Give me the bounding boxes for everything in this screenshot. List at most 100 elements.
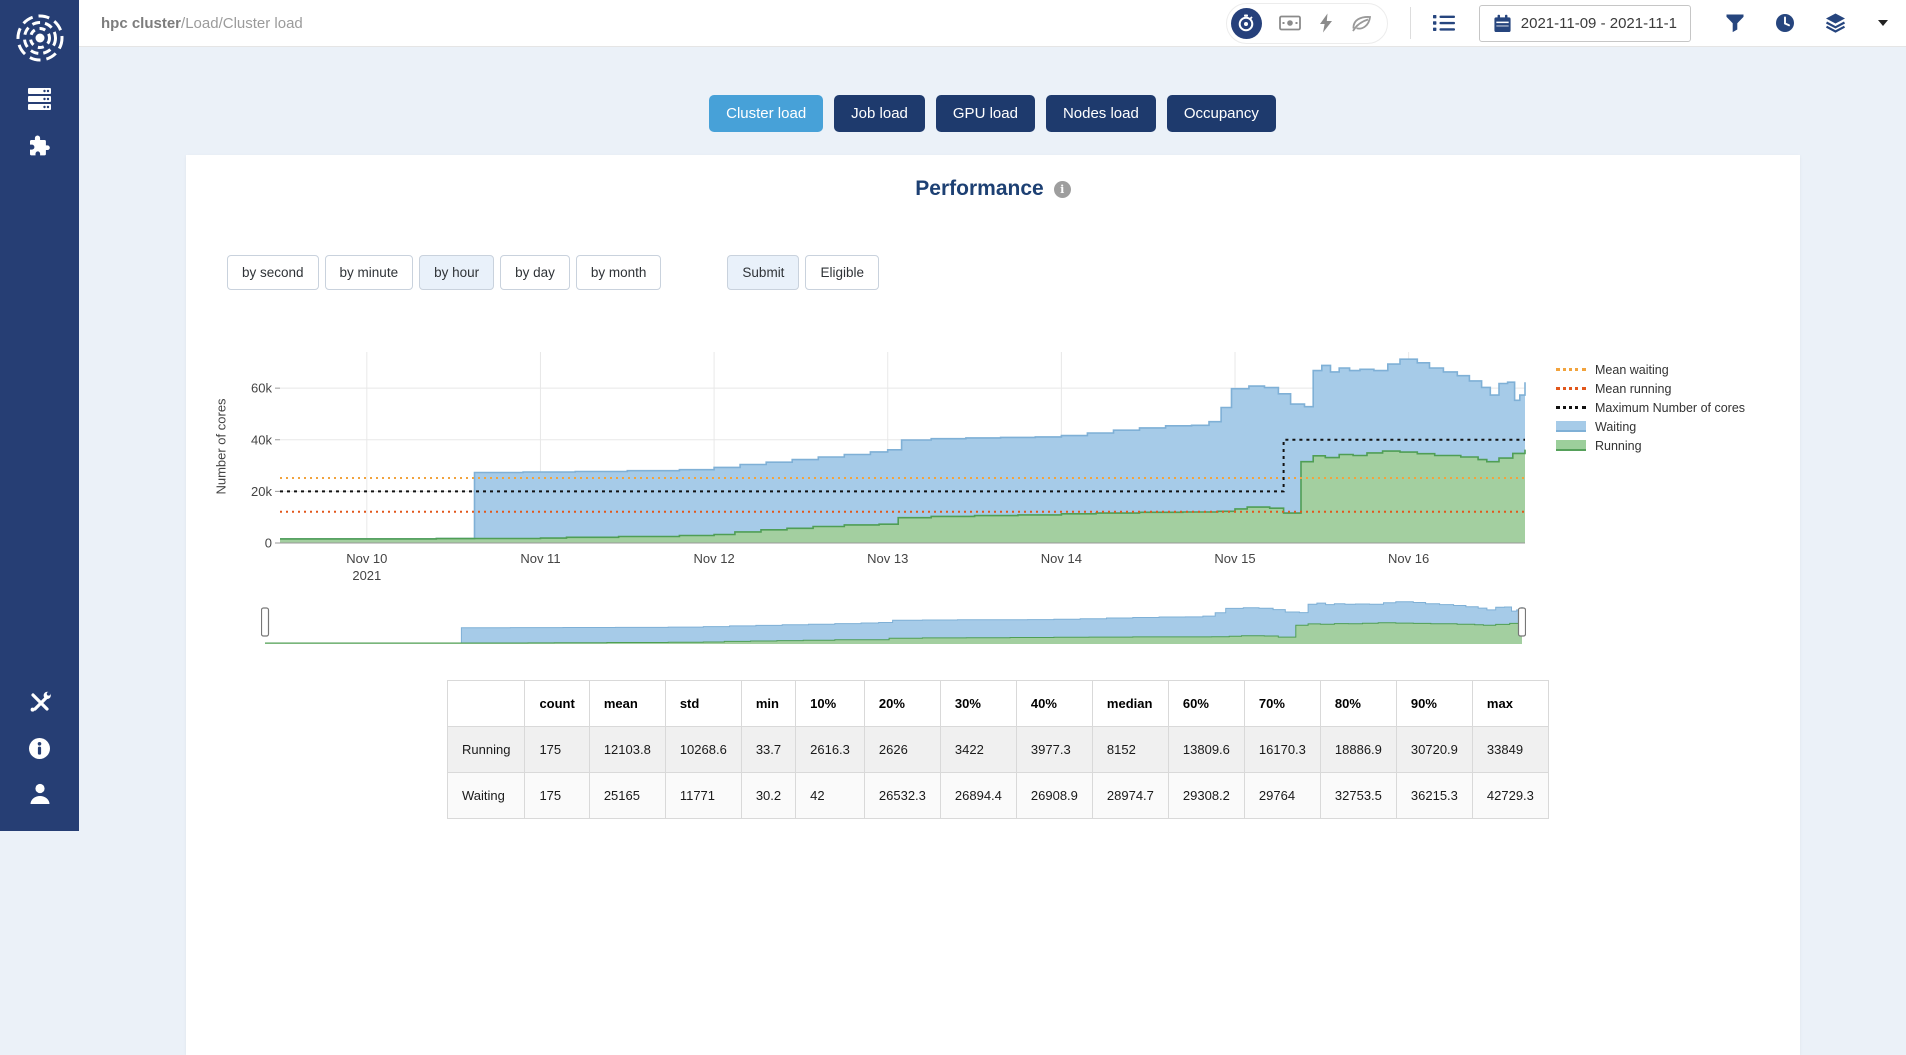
table-cell: 3977.3 bbox=[1016, 727, 1092, 773]
table-cell: 175 bbox=[525, 773, 589, 819]
legend-label: Maximum Number of cores bbox=[1595, 401, 1745, 415]
sidebar-item-servers[interactable] bbox=[0, 76, 79, 122]
table-cell: 29764 bbox=[1244, 773, 1320, 819]
table-cell: 8152 bbox=[1092, 727, 1168, 773]
main-chart-svg[interactable]: 020k40k60kNov 102021Nov 11Nov 12Nov 13No… bbox=[222, 344, 1531, 587]
col-header-20-: 20% bbox=[864, 681, 940, 727]
title-info-icon[interactable]: i bbox=[1054, 181, 1071, 198]
col-header-40-: 40% bbox=[1016, 681, 1092, 727]
svg-text:0: 0 bbox=[265, 536, 272, 551]
col-header-blank bbox=[448, 681, 525, 727]
button-eligible[interactable]: Eligible bbox=[805, 255, 879, 290]
legend-item-waiting[interactable]: Waiting bbox=[1556, 417, 1796, 436]
button-by-minute[interactable]: by minute bbox=[325, 255, 414, 290]
table-cell: 3422 bbox=[940, 727, 1016, 773]
layers-button[interactable] bbox=[1825, 13, 1846, 33]
table-cell: 10268.6 bbox=[665, 727, 741, 773]
breadcrumb: hpc cluster/Load/Cluster load bbox=[101, 15, 303, 32]
col-header-90-: 90% bbox=[1396, 681, 1472, 727]
caret-down-icon[interactable] bbox=[1878, 20, 1888, 26]
sidebar-item-plugins[interactable] bbox=[0, 122, 79, 168]
legend-label: Waiting bbox=[1595, 420, 1636, 434]
header: hpc cluster/Load/Cluster load bbox=[79, 0, 1906, 47]
table-cell: 30720.9 bbox=[1396, 727, 1472, 773]
table-cell: 32753.5 bbox=[1320, 773, 1396, 819]
table-cell: 36215.3 bbox=[1396, 773, 1472, 819]
col-header-10-: 10% bbox=[796, 681, 865, 727]
energy-view-button[interactable] bbox=[1318, 13, 1334, 33]
sidebar-item-user[interactable] bbox=[0, 771, 79, 817]
sidebar-item-info[interactable] bbox=[0, 725, 79, 771]
list-icon bbox=[1433, 14, 1455, 32]
legend-swatch bbox=[1556, 440, 1586, 451]
table-cell: 33.7 bbox=[741, 727, 795, 773]
tab-gpu-load[interactable]: GPU load bbox=[936, 95, 1035, 132]
stopwatch-view-button[interactable] bbox=[1231, 8, 1262, 39]
legend-item-running[interactable]: Running bbox=[1556, 436, 1796, 455]
sidebar-item-tools[interactable] bbox=[0, 679, 79, 725]
legend-swatch bbox=[1556, 421, 1586, 432]
table-cell: 13809.6 bbox=[1168, 727, 1244, 773]
filter-button[interactable] bbox=[1725, 13, 1745, 33]
col-header-max: max bbox=[1472, 681, 1548, 727]
list-view-button[interactable] bbox=[1433, 14, 1455, 32]
tab-cluster-load[interactable]: Cluster load bbox=[709, 95, 823, 132]
col-header-std: std bbox=[665, 681, 741, 727]
date-range-value: 2021-11-09 - 2021-11-1 bbox=[1521, 15, 1677, 32]
date-range-picker[interactable]: 2021-11-09 - 2021-11-1 bbox=[1479, 5, 1691, 42]
table-cell: 2616.3 bbox=[796, 727, 865, 773]
page-title: Performance bbox=[915, 177, 1043, 201]
svg-text:Nov 16: Nov 16 bbox=[1388, 551, 1429, 566]
app-logo[interactable] bbox=[0, 0, 79, 76]
button-by-hour[interactable]: by hour bbox=[419, 255, 494, 290]
table-cell: 28974.7 bbox=[1092, 773, 1168, 819]
range-navigator[interactable] bbox=[261, 598, 1526, 646]
table-cell: 26908.9 bbox=[1016, 773, 1092, 819]
svg-text:40k: 40k bbox=[251, 432, 272, 447]
col-header-30-: 30% bbox=[940, 681, 1016, 727]
navigator-handle[interactable] bbox=[1519, 608, 1526, 636]
tab-occupancy[interactable]: Occupancy bbox=[1167, 95, 1276, 132]
tab-job-load[interactable]: Job load bbox=[834, 95, 925, 132]
tab-nodes-load[interactable]: Nodes load bbox=[1046, 95, 1156, 132]
row-label: Running bbox=[448, 727, 525, 773]
col-header-mean: mean bbox=[589, 681, 665, 727]
legend-label: Running bbox=[1595, 439, 1642, 453]
legend-label: Mean waiting bbox=[1595, 363, 1669, 377]
filter-icon bbox=[1725, 13, 1745, 33]
time-granularity-group: by secondby minuteby hourby dayby month bbox=[227, 255, 661, 290]
banknote-icon bbox=[1279, 15, 1301, 31]
time-button[interactable] bbox=[1775, 13, 1795, 33]
legend-label: Mean running bbox=[1595, 382, 1671, 396]
table-cell: 16170.3 bbox=[1244, 727, 1320, 773]
svg-text:Nov 14: Nov 14 bbox=[1041, 551, 1082, 566]
table-row-running: Running17512103.810268.633.72616.3262634… bbox=[448, 727, 1549, 773]
table-cell: 42729.3 bbox=[1472, 773, 1548, 819]
user-icon bbox=[28, 782, 52, 806]
button-submit[interactable]: Submit bbox=[727, 255, 799, 290]
legend-item-mean-running[interactable]: Mean running bbox=[1556, 379, 1796, 398]
info-icon bbox=[28, 737, 51, 760]
table-header-row: countmeanstdmin10%20%30%40%median60%70%8… bbox=[448, 681, 1549, 727]
view-switcher bbox=[1226, 3, 1388, 44]
svg-text:20k: 20k bbox=[251, 484, 272, 499]
col-header-median: median bbox=[1092, 681, 1168, 727]
svg-text:60k: 60k bbox=[251, 381, 272, 396]
table-cell: 42 bbox=[796, 773, 865, 819]
eco-view-button[interactable] bbox=[1351, 14, 1372, 32]
legend-item-mean-waiting[interactable]: Mean waiting bbox=[1556, 360, 1796, 379]
svg-text:Nov 13: Nov 13 bbox=[867, 551, 908, 566]
legend-item-maximum-number-of-cores[interactable]: Maximum Number of cores bbox=[1556, 398, 1796, 417]
main-chart[interactable]: Number of cores 020k40k60kNov 102021Nov … bbox=[222, 344, 1531, 587]
navigator-svg[interactable] bbox=[261, 598, 1526, 646]
svg-text:Nov 10: Nov 10 bbox=[346, 551, 387, 566]
button-by-second[interactable]: by second bbox=[227, 255, 319, 290]
breadcrumb-root[interactable]: hpc cluster bbox=[101, 15, 181, 32]
button-by-day[interactable]: by day bbox=[500, 255, 570, 290]
col-header-min: min bbox=[741, 681, 795, 727]
button-by-month[interactable]: by month bbox=[576, 255, 662, 290]
table-cell: 12103.8 bbox=[589, 727, 665, 773]
servers-icon bbox=[27, 88, 52, 110]
navigator-handle[interactable] bbox=[262, 608, 269, 636]
cost-view-button[interactable] bbox=[1279, 15, 1301, 31]
